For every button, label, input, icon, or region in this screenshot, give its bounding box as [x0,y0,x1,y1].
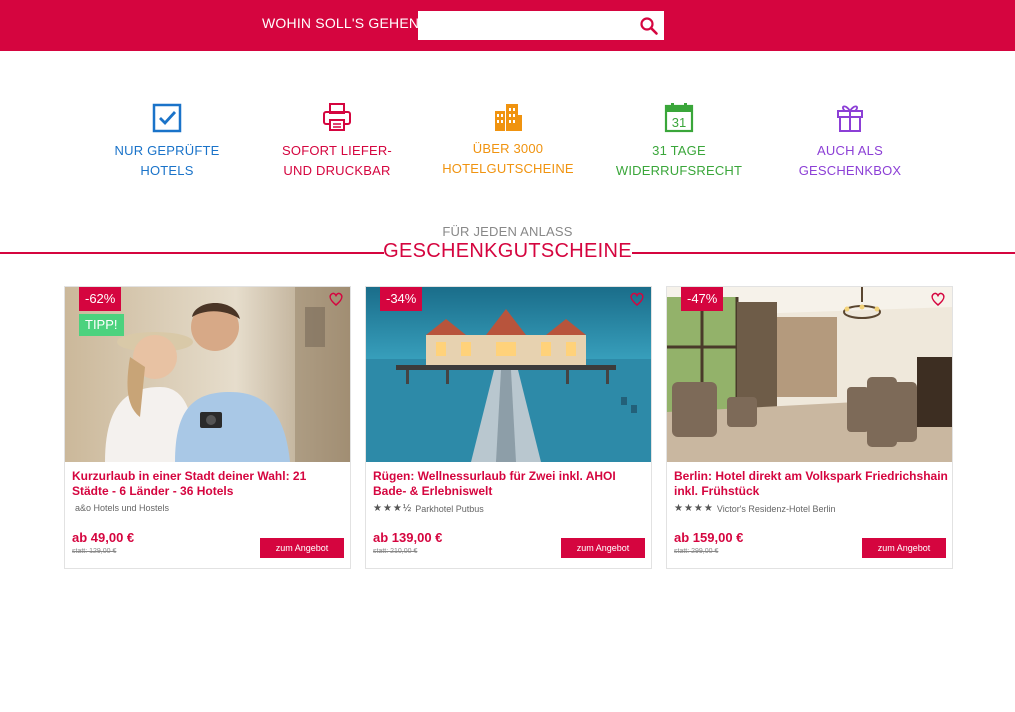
hotel-lounge-photo[interactable] [667,287,952,462]
feature-label-line1: 31 TAGE [652,143,706,158]
hotel-name: a&o Hotels und Hostels [75,503,170,513]
discount-badge: -47% [681,287,724,311]
divider-right [632,252,1015,254]
buildings-icon [495,104,522,131]
pier-night-photo[interactable] [366,287,651,462]
feature-label-line2: HOTELS [140,163,194,178]
rating-stars: ★★★★ [674,503,714,514]
hotel-name: Parkhotel Putbus [415,503,484,514]
feature-instant-print: SOFORT LIEFER- UND DRUCKBAR [262,101,412,181]
heart-icon[interactable] [328,291,344,307]
offer-price: ab 49,00 € [72,530,135,545]
heart-icon[interactable] [629,291,645,307]
feature-label-line2: WIDERRUFSRECHT [615,163,743,178]
top-search-bar: WOHIN SOLL'S GEHEN? [0,0,1015,51]
printer-icon [323,103,351,131]
gift-icon [837,105,863,132]
feature-withdrawal-right: 31 31 TAGE WIDERRUFSRECHT [604,101,754,181]
old-price: statt: 210,00 € [373,548,418,555]
hotel-name: Victor's Residenz-Hotel Berlin [716,503,836,514]
offer-card[interactable]: -34% Rügen: Wellnessurlaub für Zwei inkl… [365,286,652,569]
calendar-icon: 31 [664,103,694,133]
feature-vouchers-count: ÜBER 3000 HOTELGUTSCHEINE [433,101,583,179]
offer-title[interactable]: Kurzurlaub in einer Stadt deiner Wahl: 2… [72,469,346,499]
offer-meta: ★★★½ Parkhotel Putbus [373,503,484,514]
feature-label-line2: GESCHENKBOX [798,163,902,178]
feature-label-line1: ÜBER 3000 [472,141,544,156]
feature-label-line1: AUCH ALS [817,143,883,158]
old-price: statt: 299,00 € [674,548,719,555]
feature-gift-box: AUCH ALS GESCHENKBOX [775,101,925,181]
search-icon [640,16,658,35]
destination-search-input[interactable] [418,11,664,40]
search-label: WOHIN SOLL'S GEHEN? [262,15,428,31]
feature-label-line2: HOTELGUTSCHEINE [442,161,574,176]
offer-price: ab 159,00 € [674,530,744,545]
section-subtitle: FÜR JEDEN ANLASS [442,224,573,239]
search-button[interactable] [634,11,664,40]
offer-button[interactable]: zum Angebot [862,538,946,558]
feature-label-line2: UND DRUCKBAR [283,163,391,178]
feature-label-line1: SOFORT LIEFER- [282,143,392,158]
offer-title[interactable]: Rügen: Wellnessurlaub für Zwei inkl. AHO… [373,469,647,499]
offer-card[interactable]: -47% Berlin: Hotel direkt am Volkspark F… [666,286,953,569]
feature-label-line1: NUR GEPRÜFTE [114,143,220,158]
offer-meta: a&o Hotels und Hostels [72,503,169,513]
tipp-badge: TIPP! [79,314,124,336]
offer-price: ab 139,00 € [373,530,443,545]
old-price: statt: 129,00 € [72,548,117,555]
offer-card[interactable]: -62% TIPP! Kurzurlaub in einer Stadt dei… [64,286,351,569]
heart-icon[interactable] [930,291,946,307]
offer-button[interactable]: zum Angebot [561,538,645,558]
svg-text:31: 31 [672,115,686,130]
offer-title[interactable]: Berlin: Hotel direkt am Volkspark Friedr… [674,469,948,499]
rating-stars: ★★★½ [373,503,413,514]
discount-badge: -34% [380,287,423,311]
discount-badge: -62% [79,287,122,311]
offer-meta: ★★★★ Victor's Residenz-Hotel Berlin [674,503,835,514]
offer-button[interactable]: zum Angebot [260,538,344,558]
feature-verified-hotels: NUR GEPRÜFTE HOTELS [92,101,242,181]
checkbox-icon [152,103,182,133]
